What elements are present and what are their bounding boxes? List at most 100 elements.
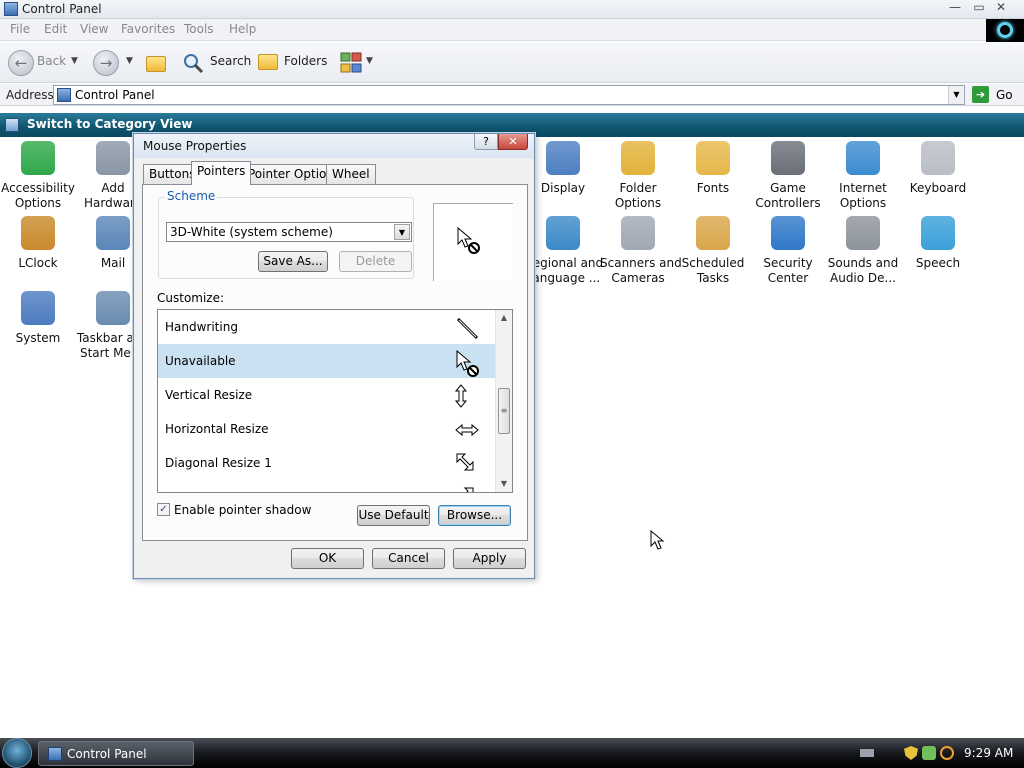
cp-item[interactable]: Security Center — [750, 216, 826, 286]
list-item[interactable]: Handwriting — [158, 310, 496, 344]
cp-item[interactable]: System — [0, 291, 76, 346]
use-default-button[interactable]: Use Default — [357, 505, 430, 526]
enable-shadow-checkbox[interactable]: ✓ — [157, 503, 170, 516]
cp-item[interactable]: Fonts — [675, 141, 751, 196]
menu-help[interactable]: Help — [229, 22, 256, 36]
network-icon[interactable] — [922, 746, 936, 760]
cursor-list[interactable]: Handwriting Unavailable Vertical Resize — [157, 309, 513, 493]
address-label: Address — [6, 88, 54, 102]
list-item[interactable]: Unavailable — [158, 344, 496, 378]
keyboard-icon — [921, 141, 955, 175]
browse-button[interactable]: Browse... — [438, 505, 511, 526]
list-scrollbar[interactable]: ▲ ≡ ▼ — [495, 310, 512, 492]
cancel-button[interactable]: Cancel — [372, 548, 445, 569]
scroll-up-icon[interactable]: ▲ — [496, 310, 512, 326]
cp-item-label: LClock — [18, 256, 58, 270]
address-input[interactable]: Control Panel ▼ — [53, 85, 965, 105]
cp-item[interactable]: Internet Options — [825, 141, 901, 211]
close-button[interactable]: ✕ — [988, 0, 1014, 16]
cursor-name: Vertical Resize — [165, 388, 253, 402]
cp-item[interactable]: Regional and Language ... — [525, 216, 604, 286]
taskbar-control-panel-button[interactable]: Control Panel — [38, 741, 194, 766]
list-item[interactable]: Diagonal Resize 1 — [158, 446, 496, 480]
cp-item-label: Regional and Language ... — [525, 256, 604, 285]
pointers-tab-pane: Scheme 3D-White (system scheme) ▼ Save A… — [142, 184, 528, 541]
views-dropdown-icon[interactable]: ▼ — [366, 56, 373, 66]
help-button[interactable]: ? — [474, 134, 498, 150]
views-icon[interactable] — [340, 52, 364, 74]
list-item[interactable]: Vertical Resize — [158, 378, 496, 412]
minimize-button[interactable]: — — [942, 0, 968, 16]
back-arrow-icon[interactable]: ← — [8, 50, 34, 76]
tab-wheel[interactable]: Wheel — [326, 164, 376, 184]
up-folder-icon[interactable] — [146, 56, 166, 72]
list-item[interactable]: Horizontal Resize — [158, 412, 496, 446]
cursor-name: Diagonal Resize 1 — [165, 456, 272, 470]
cp-item-label: System — [15, 331, 61, 345]
system-tray: 9:29 AM — [852, 738, 1024, 768]
apply-button[interactable]: Apply — [453, 548, 526, 569]
cp-item[interactable]: Keyboard — [900, 141, 976, 196]
cp-item-label: Folder Options — [614, 181, 662, 210]
tab-pointers[interactable]: Pointers — [191, 161, 252, 185]
cp-item-label: Fonts — [696, 181, 730, 195]
chevron-down-icon[interactable]: ▼ — [394, 224, 410, 240]
horizontal-resize-icon — [455, 423, 479, 437]
menu-file[interactable]: File — [10, 22, 30, 36]
cursor-name: Handwriting — [165, 320, 238, 334]
forward-dropdown-icon[interactable]: ▼ — [126, 56, 133, 66]
cp-item[interactable]: Scheduled Tasks — [675, 216, 751, 286]
back-button[interactable]: Back — [37, 54, 66, 68]
cp-item[interactable]: Game Controllers — [750, 141, 826, 211]
cp-item-label: Security Center — [763, 256, 813, 285]
dialog-title: Mouse Properties — [143, 139, 247, 153]
window-title: Control Panel — [22, 2, 102, 16]
go-label: Go — [996, 88, 1013, 102]
enable-shadow-label[interactable]: Enable pointer shadow — [174, 503, 311, 517]
regional-icon — [546, 216, 580, 250]
cp-item[interactable]: Folder Options — [600, 141, 676, 211]
cp-item[interactable]: Sounds and Audio De... — [825, 216, 901, 286]
display-icon — [546, 141, 580, 175]
back-dropdown-icon[interactable]: ▼ — [71, 56, 78, 66]
control-panel-icon — [57, 88, 71, 102]
address-bar: Address Control Panel ▼ ➔ Go — [0, 84, 1024, 106]
ok-button[interactable]: OK — [291, 548, 364, 569]
folders-button[interactable]: Folders — [284, 54, 327, 68]
cp-item-label: Scanners and Cameras — [600, 256, 682, 285]
folders-icon[interactable] — [258, 54, 278, 70]
search-icon[interactable] — [182, 52, 204, 74]
search-button[interactable]: Search — [210, 54, 251, 68]
fonts-icon — [696, 141, 730, 175]
cp-item[interactable]: LClock — [0, 216, 76, 271]
shield-icon[interactable] — [904, 746, 918, 760]
cp-item[interactable]: Speech — [900, 216, 976, 271]
scroll-thumb[interactable]: ≡ — [498, 388, 510, 434]
mouse-properties-dialog: Mouse Properties ? ✕ Buttons Pointers Po… — [133, 133, 535, 579]
start-button[interactable] — [2, 738, 32, 768]
control-panel-icon — [48, 747, 62, 761]
scroll-down-icon[interactable]: ▼ — [496, 476, 512, 492]
save-as-button[interactable]: Save As... — [258, 251, 328, 272]
toolbar: ← Back ▼ → ▼ Search Folders ▼ — [0, 42, 1024, 83]
clock[interactable]: 9:29 AM — [964, 746, 1013, 760]
accessibility-icon — [21, 141, 55, 175]
delete-button[interactable]: Delete — [339, 251, 412, 272]
cp-item[interactable]: Accessibility Options — [0, 141, 76, 211]
unavailable-cursor-icon — [456, 350, 479, 377]
forward-arrow-icon[interactable]: → — [93, 50, 119, 76]
address-dropdown-icon[interactable]: ▼ — [948, 86, 964, 104]
menu-favorites[interactable]: Favorites — [121, 22, 175, 36]
cp-item[interactable]: Display — [525, 141, 601, 196]
cp-item-label: Display — [540, 181, 586, 195]
go-button[interactable]: ➔ Go — [970, 86, 1020, 104]
menu-edit[interactable]: Edit — [44, 22, 67, 36]
dialog-close-button[interactable]: ✕ — [498, 134, 528, 150]
list-item[interactable] — [158, 480, 496, 492]
scheme-select[interactable]: 3D-White (system scheme) ▼ — [166, 222, 412, 242]
menu-view[interactable]: View — [80, 22, 108, 36]
search-tray-icon[interactable] — [940, 746, 954, 760]
cp-item[interactable]: Scanners and Cameras — [600, 216, 682, 286]
menu-tools[interactable]: Tools — [184, 22, 214, 36]
keyboard-tray-icon[interactable] — [860, 749, 874, 757]
